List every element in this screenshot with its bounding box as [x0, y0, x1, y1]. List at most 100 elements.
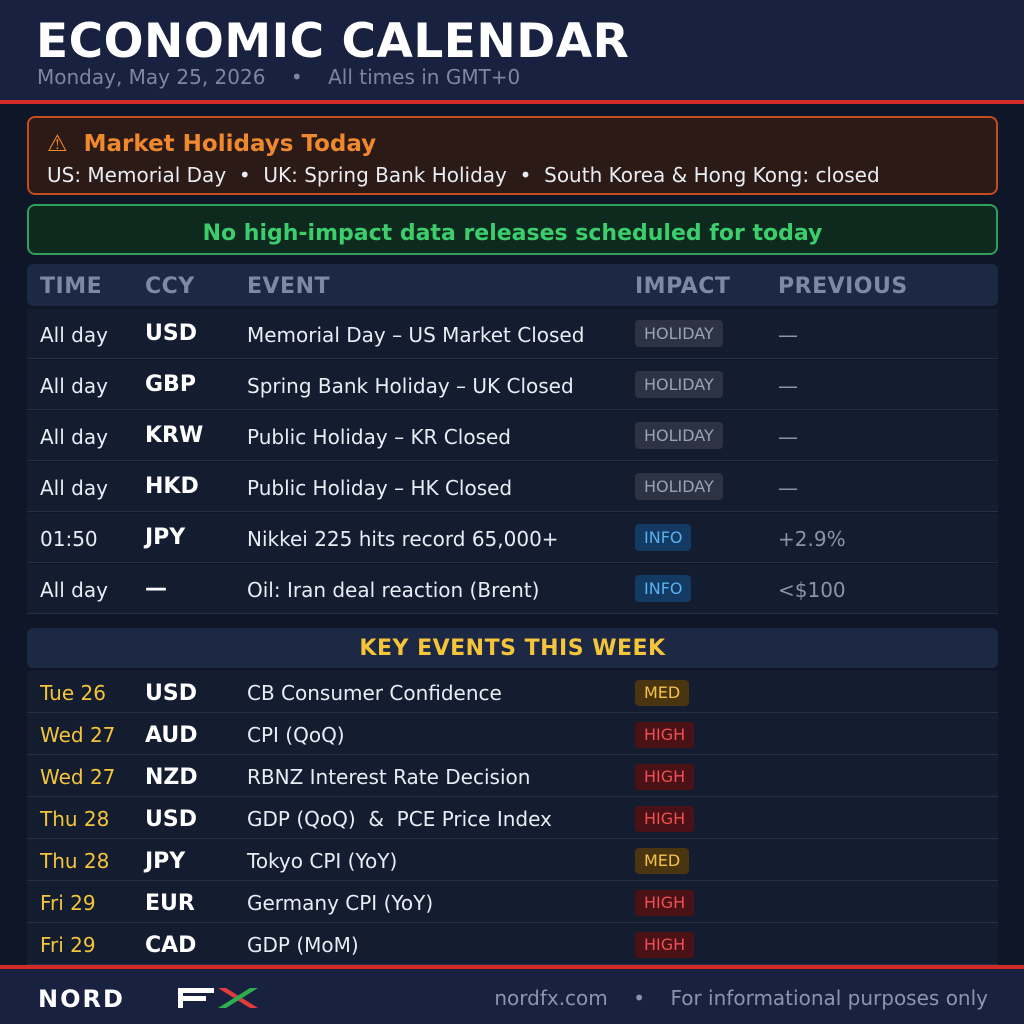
- row-currency: —: [145, 576, 167, 601]
- table-row: All day HKD Public Holiday – HK Closed H…: [27, 462, 998, 512]
- row-time: 01:50: [40, 527, 98, 551]
- date-label: Monday, May 25, 2026: [37, 65, 266, 89]
- row-previous: <$100: [778, 578, 846, 602]
- week-currency: USD: [145, 681, 197, 706]
- list-item: Wed 27 NZD RBNZ Interest Rate Decision H…: [27, 755, 998, 797]
- row-previous: —: [778, 374, 798, 398]
- week-currency: NZD: [145, 765, 198, 790]
- impact-badge: HIGH: [635, 932, 695, 958]
- timezone-label: All times in GMT+0: [328, 65, 521, 89]
- impact-badge: HOLIDAY: [635, 473, 723, 500]
- row-previous: —: [778, 425, 798, 449]
- row-previous: —: [778, 476, 798, 500]
- footer-text: nordfx.com • For informational purposes …: [494, 985, 988, 1011]
- holiday-title-text: Market Holidays Today: [83, 131, 377, 157]
- row-time: All day: [40, 323, 108, 347]
- row-event: Public Holiday – HK Closed: [247, 476, 513, 500]
- list-item: Wed 27 AUD CPI (QoQ) HIGH: [27, 713, 998, 755]
- warning-icon: ⚠: [47, 131, 68, 157]
- impact-badge: INFO: [635, 575, 692, 602]
- list-item: Thu 28 JPY Tokyo CPI (YoY) MED: [27, 839, 998, 881]
- impact-badge: HIGH: [635, 722, 695, 748]
- row-currency: JPY: [145, 525, 186, 550]
- col-impact: IMPACT: [635, 274, 731, 299]
- table-header: TIME CCY EVENT IMPACT PREVIOUS: [27, 264, 998, 306]
- week-currency: JPY: [145, 849, 186, 874]
- week-day: Thu 28: [40, 849, 110, 873]
- week-event: GDP (MoM): [247, 933, 359, 957]
- row-currency: GBP: [145, 372, 196, 397]
- impact-badge: HIGH: [635, 806, 695, 832]
- nordfx-logo: NORD FX: [38, 985, 258, 1011]
- header-divider: [0, 100, 1024, 104]
- row-time: All day: [40, 476, 108, 500]
- holiday-alert-text: US: Memorial Day • UK: Spring Bank Holid…: [47, 163, 880, 187]
- impact-badge: MED: [635, 848, 690, 874]
- week-currency: CAD: [145, 933, 197, 958]
- week-currency: EUR: [145, 891, 195, 916]
- row-currency: HKD: [145, 474, 199, 499]
- row-event: Spring Bank Holiday – UK Closed: [247, 374, 574, 398]
- impact-badge: HOLIDAY: [635, 422, 723, 449]
- row-previous: +2.9%: [778, 527, 846, 551]
- week-day: Wed 27: [40, 723, 116, 747]
- week-day: Thu 28: [40, 807, 110, 831]
- table-row: All day GBP Spring Bank Holiday – UK Clo…: [27, 360, 998, 410]
- col-previous: PREVIOUS: [778, 274, 908, 299]
- col-ccy: CCY: [145, 274, 195, 299]
- col-event: EVENT: [247, 274, 331, 299]
- footer-site-link[interactable]: nordfx.com: [494, 986, 607, 1010]
- list-item: Fri 29 CAD GDP (MoM) HIGH: [27, 923, 998, 965]
- holiday-alert: ⚠ Market Holidays Today US: Memorial Day…: [27, 116, 998, 195]
- list-item: Fri 29 EUR Germany CPI (YoY) HIGH: [27, 881, 998, 923]
- impact-badge: HOLIDAY: [635, 320, 723, 347]
- week-event: RBNZ Interest Rate Decision: [247, 765, 531, 789]
- impact-badge: MED: [635, 680, 690, 706]
- row-event: Public Holiday – KR Closed: [247, 425, 511, 449]
- table-row: All day KRW Public Holiday – KR Closed H…: [27, 411, 998, 461]
- logo-nord-text: NORD: [38, 985, 125, 1011]
- row-previous: —: [778, 323, 798, 347]
- week-day: Fri 29: [40, 891, 96, 915]
- week-currency: USD: [145, 807, 197, 832]
- week-event: Tokyo CPI (YoY): [247, 849, 398, 873]
- col-time: TIME: [40, 274, 103, 299]
- page-title: ECONOMIC CALENDAR: [36, 14, 630, 69]
- no-impact-text: No high-impact data releases scheduled f…: [202, 221, 823, 246]
- footer: NORD FX nordfx.com • For informational p…: [0, 969, 1024, 1024]
- header: ECONOMIC CALENDAR Monday, May 25, 2026 •…: [0, 0, 1024, 100]
- row-event: Nikkei 225 hits record 65,000+: [247, 527, 559, 551]
- week-event: CPI (QoQ): [247, 723, 345, 747]
- week-section-title: KEY EVENTS THIS WEEK: [359, 636, 666, 661]
- row-time: All day: [40, 425, 108, 449]
- week-day: Fri 29: [40, 933, 96, 957]
- week-event: GDP (QoQ) & PCE Price Index: [247, 807, 552, 831]
- row-event: Memorial Day – US Market Closed: [247, 323, 585, 347]
- week-event: CB Consumer Confidence: [247, 681, 502, 705]
- holiday-alert-title: ⚠ Market Holidays Today: [47, 129, 376, 159]
- table-row: All day USD Memorial Day – US Market Clo…: [27, 309, 998, 359]
- table-row: 01:50 JPY Nikkei 225 hits record 65,000+…: [27, 513, 998, 563]
- table-row: All day — Oil: Iran deal reaction (Brent…: [27, 564, 998, 614]
- week-section-header: KEY EVENTS THIS WEEK: [27, 628, 998, 668]
- list-item: Tue 26 USD CB Consumer Confidence MED: [27, 671, 998, 713]
- footer-disclaimer: For informational purposes only: [670, 986, 988, 1010]
- week-event: Germany CPI (YoY): [247, 891, 434, 915]
- page-subtitle: Monday, May 25, 2026 • All times in GMT+…: [37, 64, 520, 90]
- no-impact-notice: No high-impact data releases scheduled f…: [27, 204, 998, 255]
- row-time: All day: [40, 374, 108, 398]
- subtitle-separator: •: [290, 65, 303, 89]
- row-time: All day: [40, 578, 108, 602]
- impact-badge: INFO: [635, 524, 692, 551]
- row-currency: USD: [145, 321, 197, 346]
- week-currency: AUD: [145, 723, 198, 748]
- footer-separator: •: [633, 986, 646, 1010]
- week-day: Wed 27: [40, 765, 116, 789]
- list-item: Thu 28 USD GDP (QoQ) & PCE Price Index H…: [27, 797, 998, 839]
- impact-badge: HIGH: [635, 764, 695, 790]
- row-event: Oil: Iran deal reaction (Brent): [247, 578, 540, 602]
- row-currency: KRW: [145, 423, 204, 448]
- impact-badge: HOLIDAY: [635, 371, 723, 398]
- week-day: Tue 26: [40, 681, 106, 705]
- impact-badge: HIGH: [635, 890, 695, 916]
